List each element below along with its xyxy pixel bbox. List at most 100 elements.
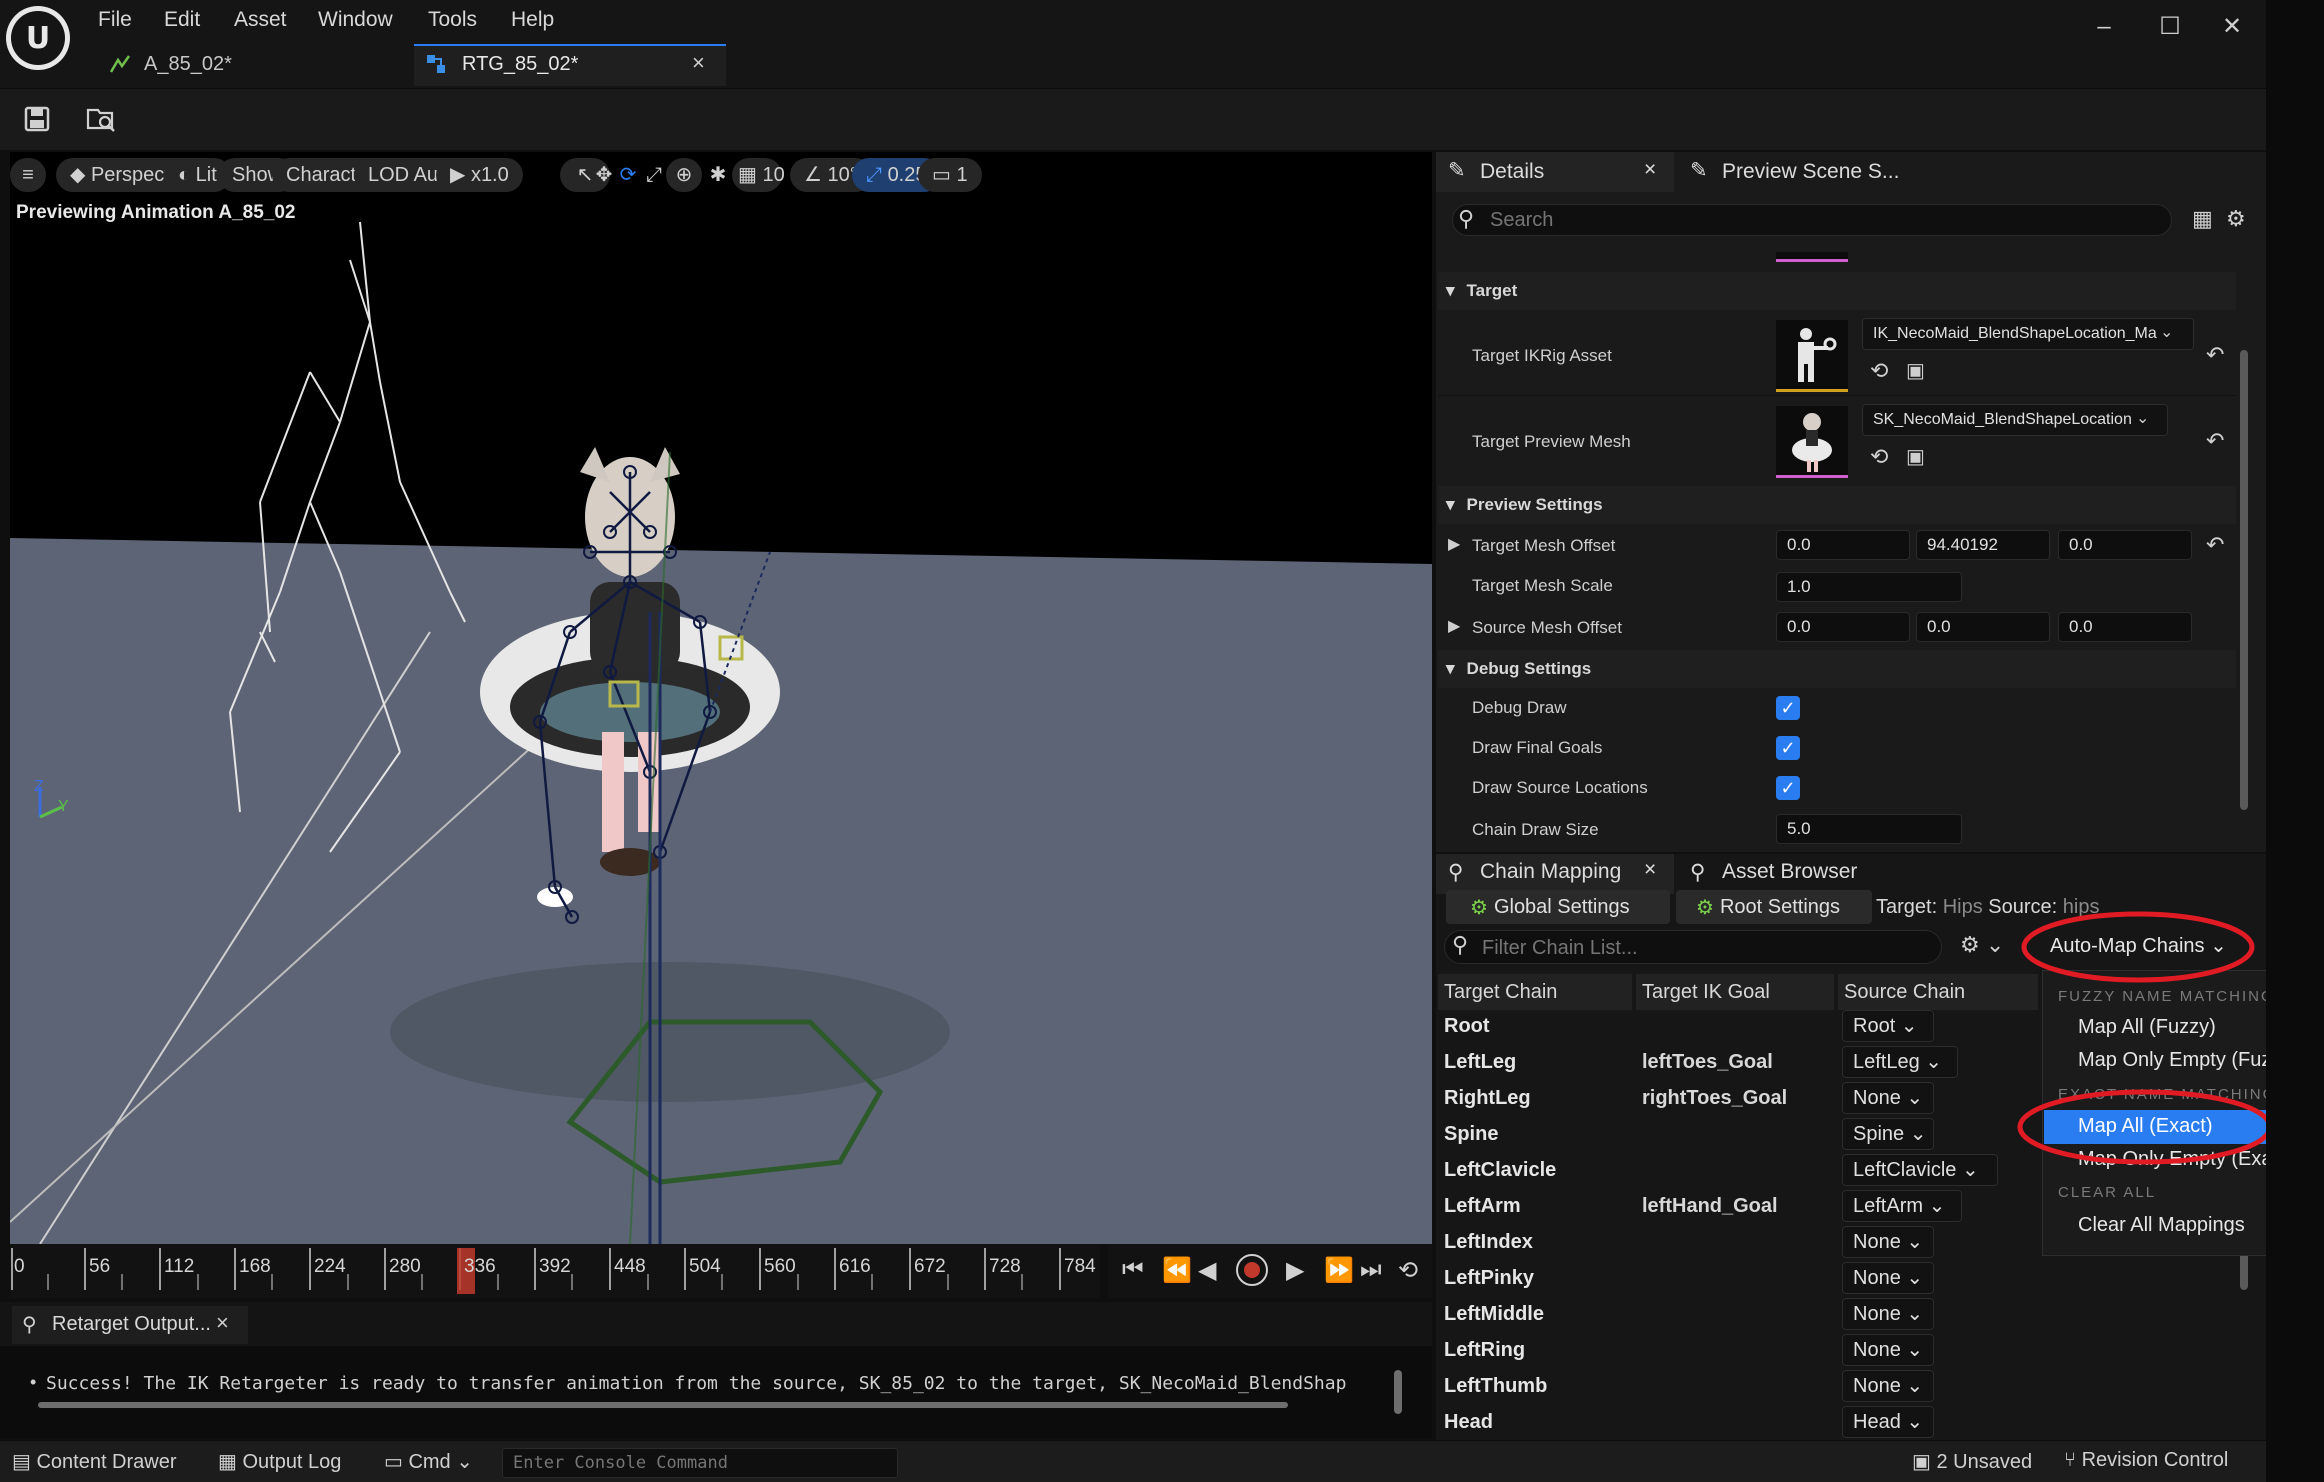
close-details-icon[interactable]: × — [1644, 158, 1656, 182]
close-output-icon[interactable]: × — [216, 1310, 229, 1336]
content-drawer-icon: ▤ — [12, 1451, 37, 1473]
source-chain-dropdown[interactable]: Head ⌄ — [1842, 1406, 1934, 1438]
tab-close-icon[interactable]: × — [692, 50, 705, 76]
bullet-icon: • — [30, 1372, 37, 1392]
menu-file[interactable]: File — [98, 4, 132, 36]
content-drawer-button[interactable]: ▤ Content Drawer — [12, 1449, 177, 1474]
grid-snap-button[interactable]: ▦ 10 — [732, 158, 785, 192]
transport-controls — [1108, 1244, 1432, 1298]
target-offset-x-field[interactable]: 0.0 — [1776, 530, 1910, 560]
save-icon[interactable] — [20, 102, 54, 136]
source-offset-z-field[interactable]: 0.0 — [2058, 612, 2192, 642]
column-target-ik-goal[interactable]: Target IK Goal — [1636, 974, 1834, 1010]
filter-settings-dropdown[interactable]: ⚙ ⌄ — [1960, 932, 2004, 958]
camera-speed-button[interactable]: ▭ 1 — [918, 158, 982, 192]
menu-help[interactable]: Help — [511, 4, 554, 36]
target-offset-y-field[interactable]: 94.40192 — [1916, 530, 2050, 560]
target-ikrig-combo[interactable]: IK_NecoMaid_BlendShapeLocation_Ma — [1862, 318, 2194, 350]
section-debug-header[interactable]: ▾ Debug Settings — [1438, 650, 2236, 688]
debug-draw-checkbox[interactable]: ✓ — [1776, 696, 1800, 720]
browse-icon[interactable]: ▣ — [1906, 358, 1925, 383]
animation-sequence-icon — [108, 52, 132, 76]
record-button[interactable] — [1236, 1254, 1268, 1286]
source-offset-y-field[interactable]: 0.0 — [1916, 612, 2050, 642]
draw-source-locations-checkbox[interactable]: ✓ — [1776, 776, 1800, 800]
source-chain-dropdown[interactable]: Spine ⌄ — [1842, 1118, 1934, 1150]
source-chain-dropdown[interactable]: None ⌄ — [1842, 1298, 1934, 1330]
tab-asset-browser[interactable]: Asset Browser — [1722, 860, 1857, 884]
source-chain-dropdown[interactable]: Root ⌄ — [1842, 1010, 1934, 1042]
menu-edit[interactable]: Edit — [164, 4, 200, 36]
skip-to-end-icon[interactable]: ⏭ — [1360, 1256, 1382, 1284]
target-offset-z-field[interactable]: 0.0 — [2058, 530, 2192, 560]
source-chain-dropdown[interactable]: LeftClavicle ⌄ — [1842, 1154, 1998, 1186]
section-preview-header[interactable]: ▾ Preview Settings — [1438, 486, 2236, 524]
minimize-icon[interactable]: – — [2082, 10, 2126, 44]
play-reverse-icon[interactable]: ◀ — [1198, 1256, 1216, 1285]
preview-mesh-thumbnail[interactable] — [1776, 406, 1848, 478]
source-chain-dropdown[interactable]: LeftLeg ⌄ — [1842, 1046, 1958, 1078]
source-chain-dropdown[interactable]: None ⌄ — [1842, 1226, 1934, 1258]
chain-filter-input[interactable] — [1482, 934, 1922, 962]
console-command-input[interactable] — [502, 1448, 898, 1478]
unsaved-button[interactable]: ▣ 2 Unsaved — [1912, 1449, 2032, 1474]
step-forward-icon[interactable]: ⏩ — [1324, 1256, 1354, 1285]
root-settings-button[interactable]: ⚙ Root Settings — [1676, 890, 1872, 924]
output-vertical-scrollbar[interactable] — [1394, 1370, 1402, 1414]
settings-icon[interactable]: ⚙ — [2226, 206, 2246, 232]
loop-icon[interactable]: ⟲ — [1398, 1256, 1418, 1285]
browse-icon[interactable]: ▣ — [1906, 444, 1925, 469]
expand-icon[interactable]: ▶ — [1448, 534, 1460, 554]
source-chain-dropdown[interactable]: None ⌄ — [1842, 1334, 1934, 1366]
unreal-logo-icon[interactable]: U — [6, 6, 70, 70]
chevron-down-icon: ⌄ — [1900, 1375, 1924, 1397]
viewport-options-button[interactable]: ≡ — [10, 158, 46, 192]
close-chain-mapping-icon[interactable]: × — [1644, 858, 1656, 882]
source-chain-dropdown[interactable]: LeftArm ⌄ — [1842, 1190, 1962, 1222]
source-chain-dropdown[interactable]: None ⌄ — [1842, 1370, 1934, 1402]
browse-asset-icon[interactable] — [84, 102, 118, 136]
ikrig-thumbnail[interactable] — [1776, 320, 1848, 392]
revision-control-button[interactable]: ⑂ Revision Control — [2064, 1449, 2228, 1472]
source-offset-x-field[interactable]: 0.0 — [1776, 612, 1910, 642]
global-settings-button[interactable]: ⚙ Global Settings — [1446, 890, 1670, 924]
skip-to-start-icon[interactable]: ⏮ — [1122, 1256, 1144, 1284]
source-chain-dropdown[interactable]: None ⌄ — [1842, 1082, 1934, 1114]
target-mesh-combo[interactable]: SK_NecoMaid_BlendShapeLocation — [1862, 404, 2168, 436]
draw-final-goals-checkbox[interactable]: ✓ — [1776, 736, 1800, 760]
menu-asset[interactable]: Asset — [234, 4, 287, 36]
details-scrollbar[interactable] — [2240, 350, 2248, 810]
step-back-icon[interactable]: ⏪ — [1162, 1256, 1192, 1285]
section-target-header[interactable]: ▾ Target — [1438, 272, 2236, 310]
output-horizontal-scrollbar[interactable] — [38, 1402, 1288, 1408]
column-target-chain[interactable]: Target Chain — [1438, 974, 1632, 1010]
use-selected-icon[interactable]: ⟲ — [1870, 444, 1888, 470]
use-selected-icon[interactable]: ⟲ — [1870, 358, 1888, 384]
table-view-icon[interactable]: ▦ — [2192, 206, 2213, 232]
chain-draw-size-field[interactable]: 5.0 — [1776, 814, 1962, 844]
animation-viewport[interactable] — [10, 152, 1432, 1244]
target-ik-goal: rightToes_Goal — [1642, 1087, 1788, 1109]
world-space-icon[interactable]: ⊕ — [666, 158, 702, 192]
details-search-input[interactable] — [1490, 206, 2150, 234]
play-forward-icon[interactable]: ▶ — [1286, 1256, 1304, 1285]
cmd-dropdown[interactable]: ▭ Cmd ⌄ — [384, 1449, 473, 1474]
surface-snap-icon[interactable]: ✱ — [700, 158, 736, 192]
reset-to-default-icon[interactable]: ↶ — [2206, 532, 2224, 558]
expand-icon[interactable]: ▶ — [1448, 616, 1460, 636]
tab-preview-scene[interactable]: Preview Scene S... — [1722, 160, 1899, 184]
output-log-button[interactable]: ▦ Output Log — [218, 1449, 341, 1474]
play-speed-button[interactable]: ▶ x1.0 — [436, 158, 523, 192]
close-window-icon[interactable]: ✕ — [2210, 10, 2254, 44]
menu-window[interactable]: Window — [318, 4, 393, 36]
red-annotation-overlay — [2017, 911, 2273, 1165]
tab-details[interactable] — [1436, 152, 1674, 192]
reset-to-default-icon[interactable]: ↶ — [2206, 428, 2224, 454]
reset-to-default-icon[interactable]: ↶ — [2206, 342, 2224, 368]
menu-tools[interactable]: Tools — [428, 4, 477, 36]
source-chain-dropdown[interactable]: None ⌄ — [1842, 1262, 1934, 1294]
record-icon — [1244, 1262, 1260, 1278]
target-mesh-scale-field[interactable]: 1.0 — [1776, 572, 1962, 602]
maximize-icon[interactable]: ☐ — [2148, 10, 2192, 44]
clear-all-mappings-item[interactable]: Clear All Mappings — [2078, 1214, 2245, 1237]
